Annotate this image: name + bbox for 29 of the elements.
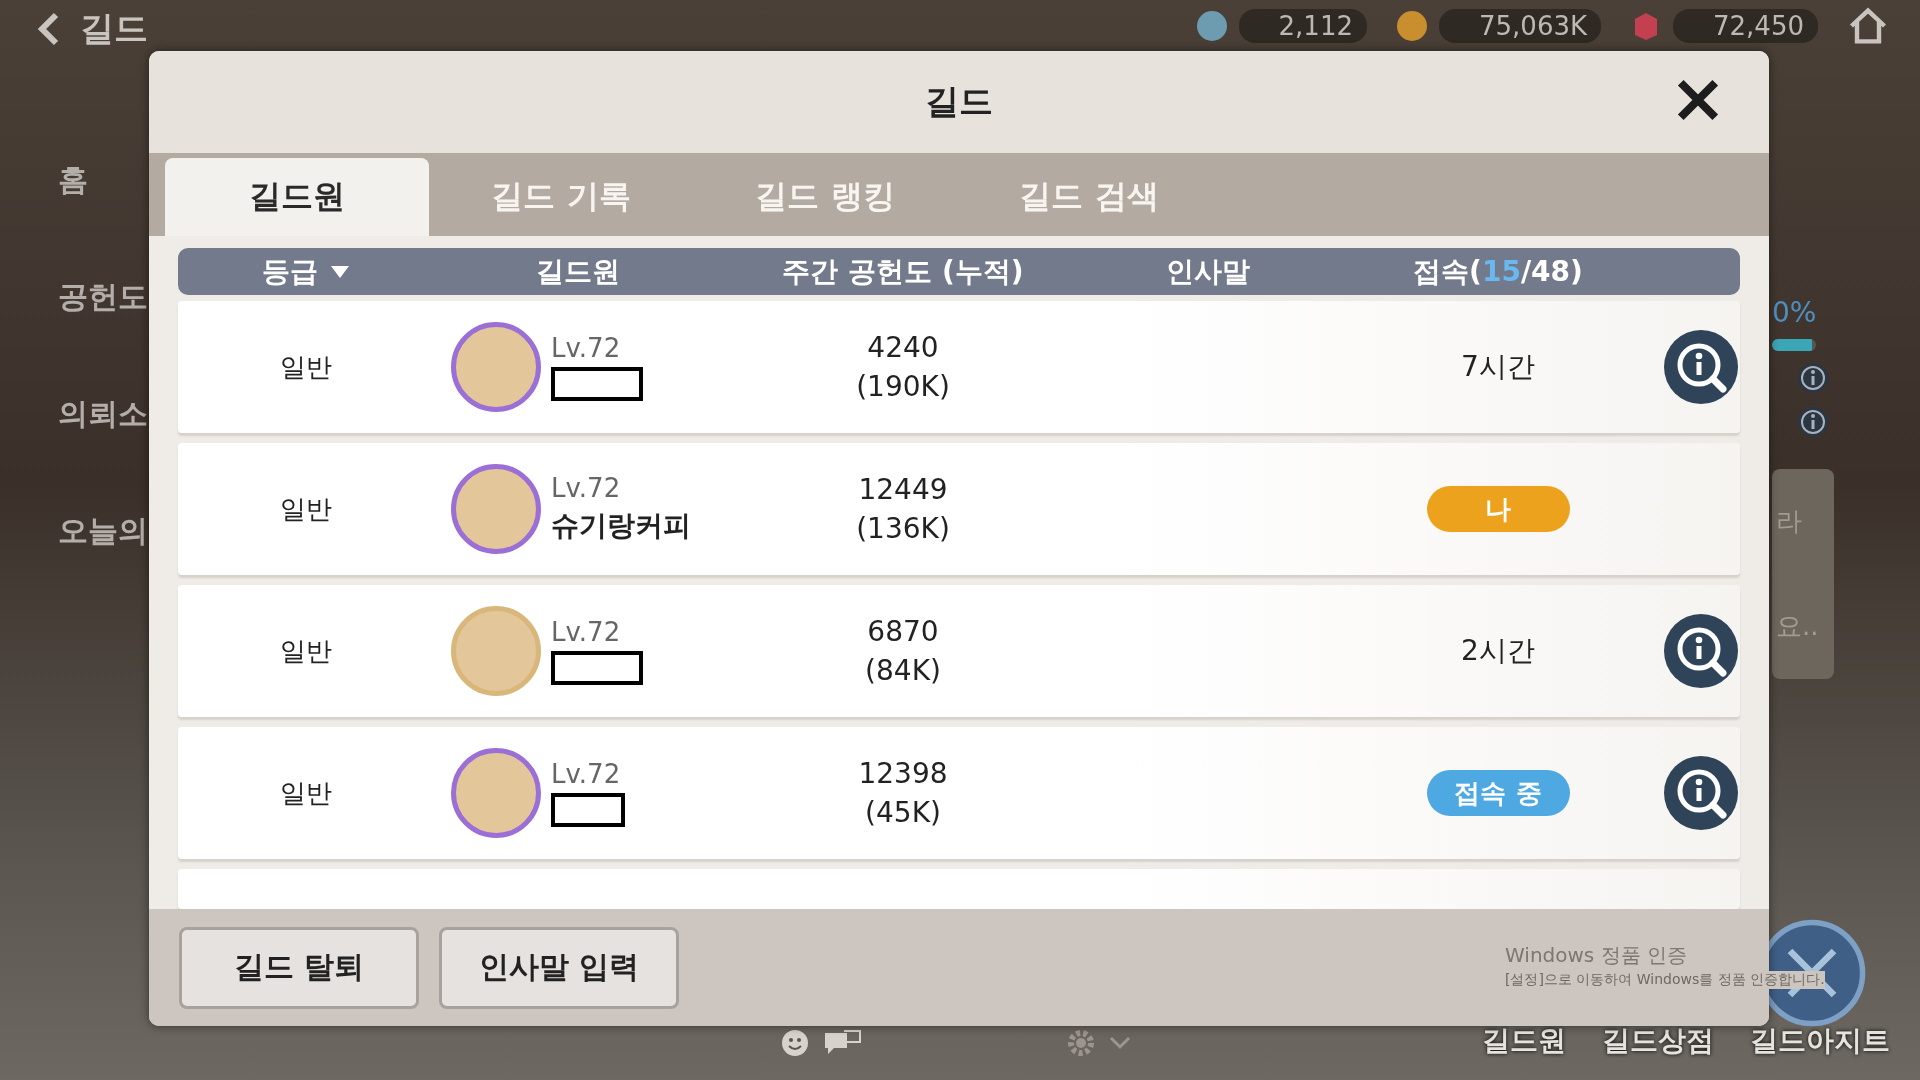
weekly-contribution: 6870 (867, 615, 939, 648)
total-contribution: (190K) (856, 370, 950, 403)
progress-percent: 0% (1772, 296, 1817, 329)
weekly-contribution: 4240 (867, 331, 939, 364)
activation-notice-text: [설정]으로 이동하여 Windows를 정품 인증합니다. (1505, 971, 1825, 989)
level-text: Lv.72 (551, 759, 621, 789)
me-badge: 나 (1426, 486, 1570, 532)
grade-text: 일반 (279, 634, 332, 668)
last-login-time: 2시간 (1461, 633, 1535, 669)
level-text: Lv.72 (551, 333, 621, 363)
currency-amount: 2,112 (1238, 9, 1367, 43)
currency-amount: 75,063K (1439, 9, 1601, 43)
level-text: Lv.72 (551, 617, 621, 647)
screen-title: 길드 (80, 7, 148, 50)
online-badge: 접속 중 (1426, 770, 1570, 816)
grade-text: 일반 (279, 776, 332, 810)
activation-notice-title: Windows 정품 인증 (1505, 942, 1688, 969)
level-text: Lv.72 (551, 473, 621, 503)
member-name: 슈기랑커피 (551, 508, 691, 544)
total-contribution: (136K) (856, 512, 950, 545)
dialog-title: 길드 (925, 80, 993, 123)
currency-amount: 72,450 (1673, 9, 1818, 43)
weekly-contribution: 12449 (858, 473, 948, 506)
total-contribution: (45K) (865, 796, 941, 829)
weekly-contribution: 12398 (858, 757, 948, 790)
grade-text: 일반 (279, 350, 332, 384)
grade-text: 일반 (279, 492, 332, 526)
last-login-time: 7시간 (1461, 349, 1535, 385)
total-contribution: (84K) (865, 654, 941, 687)
